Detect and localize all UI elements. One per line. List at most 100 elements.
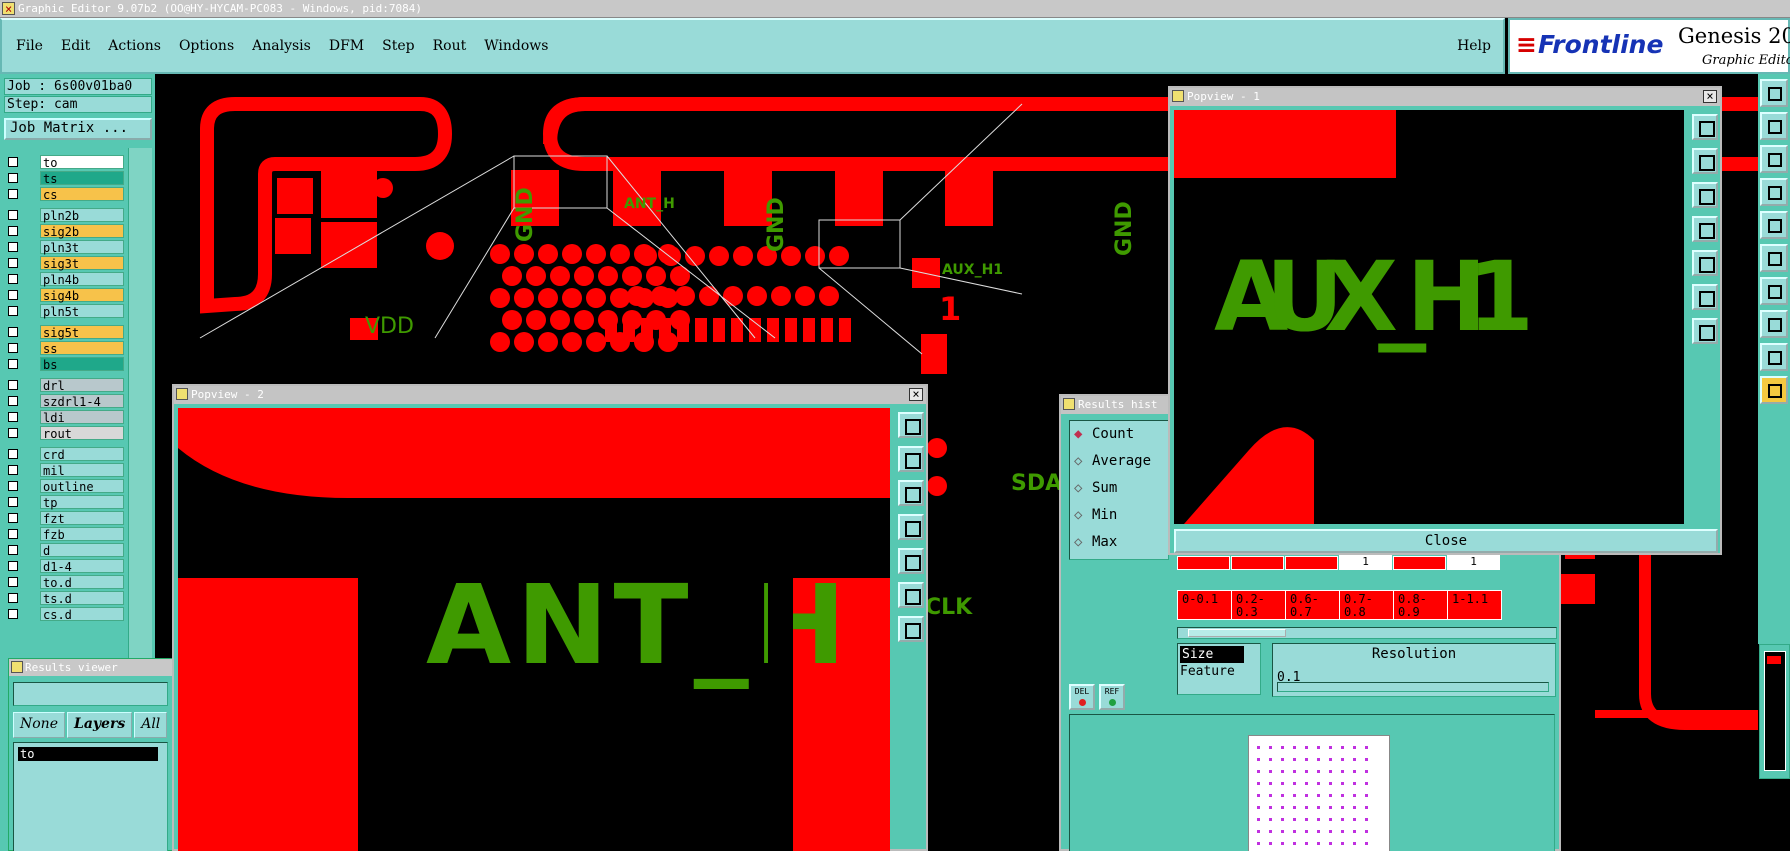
layer-name[interactable]: szdrl1-4 bbox=[40, 394, 124, 409]
layer-name[interactable]: mil bbox=[40, 463, 124, 478]
pointer-icon[interactable] bbox=[1760, 376, 1788, 404]
zoom-in-icon[interactable] bbox=[1692, 284, 1718, 310]
clipboard-icon[interactable] bbox=[1760, 79, 1788, 107]
layer-row[interactable]: tp bbox=[4, 494, 124, 510]
board-preview[interactable] bbox=[1069, 714, 1555, 851]
menu-analysis[interactable]: Analysis bbox=[252, 38, 311, 54]
tab-all[interactable]: All bbox=[134, 712, 168, 738]
popview-1-titlebar[interactable]: Popview - 1 × bbox=[1170, 88, 1720, 106]
layer-checkbox[interactable] bbox=[8, 290, 18, 300]
pan-left-icon[interactable] bbox=[1692, 216, 1718, 242]
net-icon[interactable] bbox=[1760, 244, 1788, 272]
histogram-bar[interactable] bbox=[1231, 556, 1284, 570]
layer-row[interactable]: pln3t bbox=[4, 239, 124, 255]
layer-checkbox[interactable] bbox=[8, 210, 18, 220]
tab-layers[interactable]: Layers bbox=[66, 712, 133, 738]
results-list-item[interactable]: to bbox=[18, 747, 158, 761]
layer-name[interactable]: pln3t bbox=[40, 240, 124, 255]
pan-right-icon[interactable] bbox=[1692, 250, 1718, 276]
layer-name[interactable]: cs.d bbox=[40, 607, 124, 622]
layer-name[interactable]: cs bbox=[40, 187, 124, 202]
scroll-thumb[interactable] bbox=[1188, 629, 1286, 637]
layer-row[interactable]: d1-4 bbox=[4, 558, 124, 574]
shape-icon[interactable] bbox=[1760, 310, 1788, 338]
menu-step[interactable]: Step bbox=[382, 38, 414, 54]
layer-row[interactable]: pln4b bbox=[4, 271, 124, 287]
menu-actions[interactable]: Actions bbox=[108, 38, 161, 54]
tab-none[interactable]: None bbox=[13, 712, 65, 738]
size-option[interactable]: Size bbox=[1180, 646, 1244, 663]
zoom-out-icon[interactable] bbox=[1692, 318, 1718, 344]
popview-2-canvas[interactable]: ANT_H bbox=[178, 408, 890, 851]
layer-checkbox[interactable] bbox=[8, 529, 18, 539]
layer-name[interactable]: sig5t bbox=[40, 325, 124, 340]
snap-icon[interactable] bbox=[1760, 112, 1788, 140]
close-icon[interactable]: × bbox=[1703, 90, 1717, 103]
menu-dfm[interactable]: DFM bbox=[329, 38, 364, 54]
layer-row[interactable]: ldi bbox=[4, 409, 124, 425]
option-count[interactable]: Count bbox=[1070, 421, 1168, 448]
layer-row[interactable]: pln5t bbox=[4, 303, 124, 319]
layer-checkbox[interactable] bbox=[8, 306, 18, 316]
layer-checkbox[interactable] bbox=[8, 412, 18, 422]
layer-row[interactable]: sig5t bbox=[4, 324, 124, 340]
close-button[interactable]: Close bbox=[1174, 529, 1718, 553]
triangle-icon[interactable] bbox=[1760, 343, 1788, 371]
layer-row[interactable]: fzb bbox=[4, 526, 124, 542]
layer-name[interactable]: sig4b bbox=[40, 288, 124, 303]
layer-checkbox[interactable] bbox=[8, 561, 18, 571]
menu-edit[interactable]: Edit bbox=[61, 38, 90, 54]
angle-icon[interactable] bbox=[1760, 277, 1788, 305]
layer-name[interactable]: sig2b bbox=[40, 224, 124, 239]
pan-left-icon[interactable] bbox=[898, 514, 924, 540]
layer-row[interactable]: mil bbox=[4, 462, 124, 478]
layer-name[interactable]: tp bbox=[40, 495, 124, 510]
layer-checkbox[interactable] bbox=[8, 465, 18, 475]
zoom-box-icon[interactable] bbox=[1760, 145, 1788, 173]
layer-checkbox[interactable] bbox=[8, 258, 18, 268]
layer-list-scrollbar[interactable] bbox=[128, 148, 152, 728]
feature-option[interactable]: Feature bbox=[1178, 663, 1260, 680]
histogram-scrollbar[interactable] bbox=[1177, 627, 1557, 639]
layer-checkbox[interactable] bbox=[8, 396, 18, 406]
layer-checkbox[interactable] bbox=[8, 513, 18, 523]
pan-right-icon[interactable] bbox=[898, 548, 924, 574]
pan-up-icon[interactable] bbox=[1692, 148, 1718, 174]
layer-row[interactable]: cs bbox=[4, 186, 124, 202]
histogram-bin-label[interactable]: 0.2-0.3 bbox=[1231, 590, 1286, 620]
layer-checkbox[interactable] bbox=[8, 497, 18, 507]
layer-name[interactable]: ts.d bbox=[40, 591, 124, 606]
layer-checkbox[interactable] bbox=[8, 226, 18, 236]
layer-row[interactable]: pln2b bbox=[4, 207, 124, 223]
option-max[interactable]: Max bbox=[1070, 529, 1168, 556]
zoom-fit-icon[interactable] bbox=[898, 412, 924, 438]
layer-name[interactable]: ss bbox=[40, 341, 124, 356]
overview-scrollbar[interactable] bbox=[1759, 644, 1790, 779]
layer-name[interactable]: pln2b bbox=[40, 208, 124, 223]
ref-button[interactable]: REF bbox=[1099, 684, 1125, 710]
layer-row[interactable]: szdrl1-4 bbox=[4, 393, 124, 409]
pan-up-icon[interactable] bbox=[898, 446, 924, 472]
popview-2-titlebar[interactable]: Popview - 2 × bbox=[174, 386, 926, 404]
layer-row[interactable]: rout bbox=[4, 425, 124, 441]
layer-name[interactable]: fzt bbox=[40, 511, 124, 526]
layer-checkbox[interactable] bbox=[8, 359, 18, 369]
layer-row[interactable]: crd bbox=[4, 446, 124, 462]
pan-down-icon[interactable] bbox=[1692, 182, 1718, 208]
histogram-bar[interactable] bbox=[1177, 556, 1230, 570]
layer-name[interactable]: pln5t bbox=[40, 304, 124, 319]
layer-checkbox[interactable] bbox=[8, 428, 18, 438]
menu-rout[interactable]: Rout bbox=[433, 38, 467, 54]
layer-row[interactable]: bs bbox=[4, 356, 124, 372]
layer-row[interactable]: outline bbox=[4, 478, 124, 494]
layer-row[interactable]: d bbox=[4, 542, 124, 558]
layer-row[interactable]: ts.d bbox=[4, 590, 124, 606]
layer-row[interactable]: fzt bbox=[4, 510, 124, 526]
layer-checkbox[interactable] bbox=[8, 577, 18, 587]
layer-name[interactable]: pln4b bbox=[40, 272, 124, 287]
select-feature-icon[interactable] bbox=[1760, 211, 1788, 239]
option-min[interactable]: Min bbox=[1070, 502, 1168, 529]
layer-row[interactable]: to bbox=[4, 154, 124, 170]
layer-checkbox[interactable] bbox=[8, 343, 18, 353]
layer-checkbox[interactable] bbox=[8, 380, 18, 390]
